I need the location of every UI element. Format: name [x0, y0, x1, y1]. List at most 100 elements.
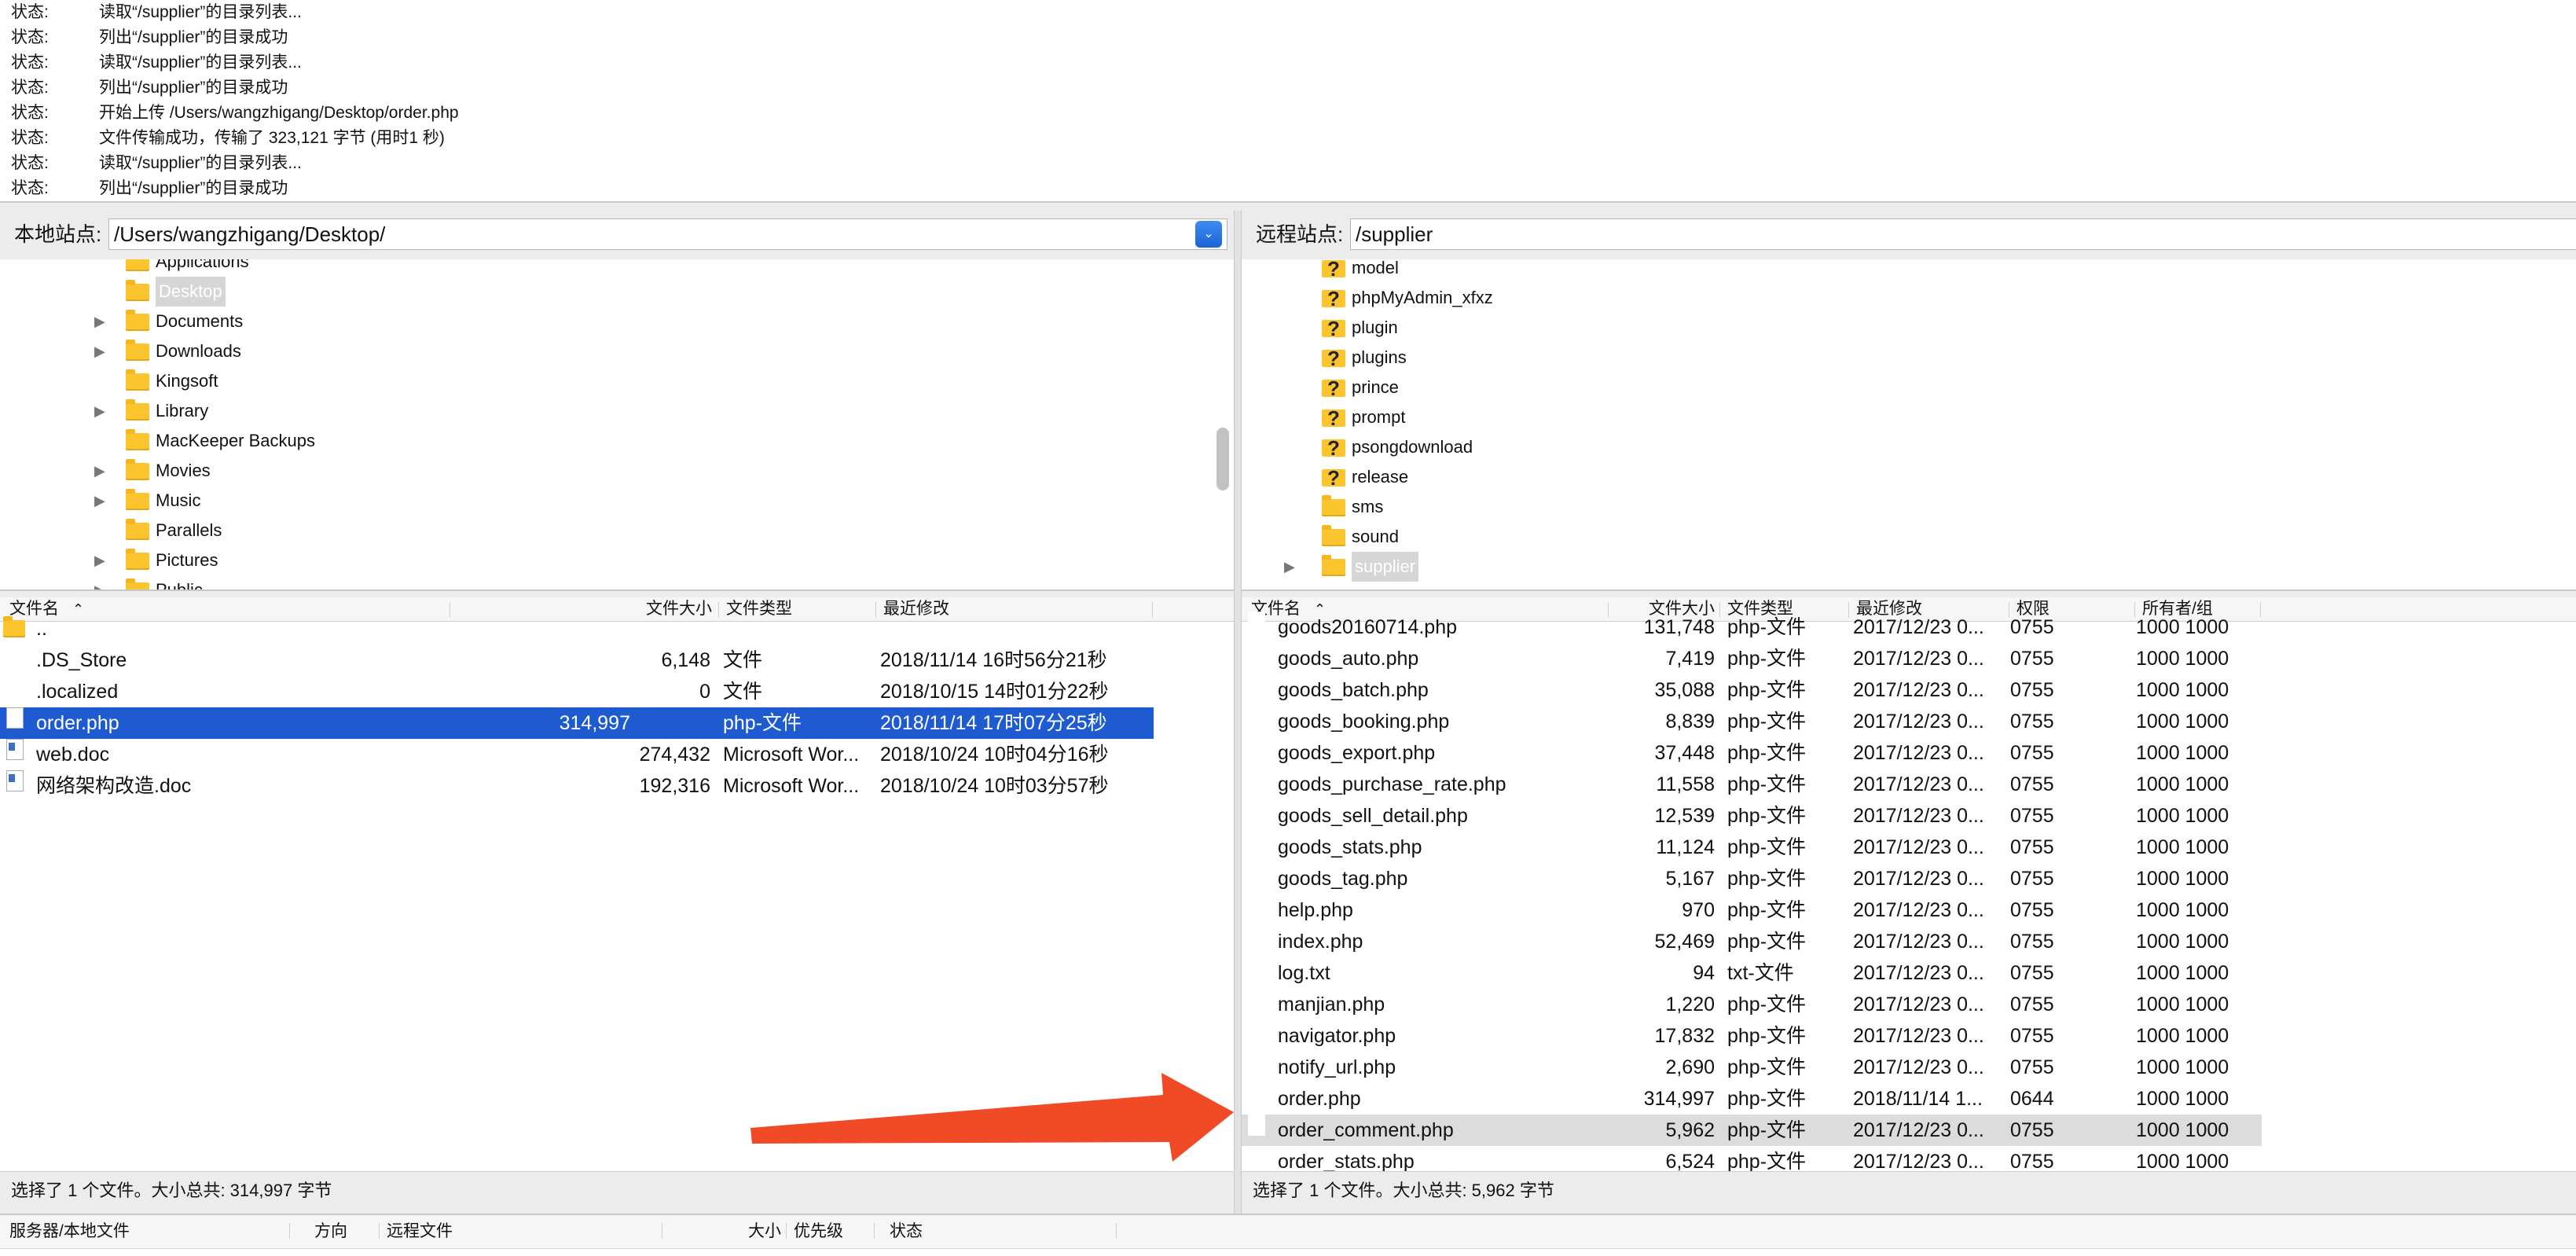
- local-status-bar: 选择了 1 个文件。大小总共: 314,997 字节: [0, 1171, 1234, 1210]
- tree-node-label: prince: [1352, 377, 1399, 397]
- remote-file-row[interactable]: goods_auto.php 7,419 php-文件 2017/12/23 0...…: [1242, 643, 2262, 674]
- file-permissions: 0755: [2010, 1056, 2054, 1078]
- folder-icon: [126, 259, 149, 271]
- local-file-row[interactable]: .DS_Store 6,148 文件 2018/11/14 16时56分21秒: [0, 645, 1234, 676]
- remote-file-row[interactable]: goods_booking.php 8,839 php-文件 2017/12/23 0…: [1242, 706, 2262, 737]
- file-icon: [1248, 800, 1265, 821]
- file-modified: 2017/12/23 0...: [1853, 899, 1984, 921]
- remote-file-row[interactable]: help.php 970 php-文件 2017/12/23 0... 0755 1000…: [1242, 894, 2262, 926]
- remote-file-row[interactable]: order_comment.php 5,962 php-文件 2017/12/23 0…: [1242, 1115, 2262, 1146]
- log-message: 开始上传 /Users/wangzhigang/Desktop/order.ph…: [99, 104, 459, 122]
- file-size: 0: [699, 681, 710, 703]
- local-file-row[interactable]: .localized 0 文件 2018/10/15 14时01分22秒: [0, 676, 1234, 707]
- unknown-folder-icon: ?: [1322, 408, 1345, 428]
- local-file-row[interactable]: ..: [0, 613, 1234, 645]
- expand-triangle-icon[interactable]: ▶: [94, 575, 110, 589]
- queue-col-priority[interactable]: 优先级: [794, 1215, 843, 1248]
- remote-directory-tree[interactable]: ? model? phpMyAdmin_xfxz? plugin? plugins? pr…: [1242, 259, 2576, 591]
- expand-triangle-icon[interactable]: ▶: [94, 486, 110, 516]
- folder-icon: [126, 280, 149, 301]
- tree-node-label: phpMyAdmin_xfxz: [1352, 288, 1493, 307]
- file-icon: [1248, 1083, 1265, 1104]
- local-path-dropdown-button[interactable]: ⌄: [1195, 221, 1222, 248]
- tree-node-label: sound: [1352, 527, 1399, 546]
- log-message: 列出“/supplier”的目录成功: [99, 79, 288, 97]
- file-icon: [1248, 737, 1265, 758]
- file-modified: 2018/11/14 16时56分21秒: [880, 649, 1107, 671]
- local-file-row[interactable]: web.doc 274,432 Microsoft Wor... 2018/10/24…: [0, 739, 1234, 770]
- expand-triangle-icon[interactable]: ▶: [94, 545, 110, 575]
- folder-icon: [1322, 525, 1345, 546]
- file-name: notify_url.php: [1278, 1056, 1396, 1078]
- expand-triangle-icon[interactable]: ▶: [94, 456, 110, 486]
- remote-file-row[interactable]: index.php 52,469 php-文件 2017/12/23 0... 0755…: [1242, 926, 2262, 957]
- file-permissions: 0755: [2010, 679, 2054, 701]
- unknown-folder-icon: ?: [1322, 288, 1345, 309]
- queue-col-status[interactable]: 状态: [890, 1215, 923, 1248]
- file-size: 274,432: [639, 744, 710, 766]
- file-owner: 1000 1000: [2136, 993, 2229, 1015]
- remote-path-field[interactable]: [1350, 219, 2576, 250]
- remote-file-row[interactable]: goods_tag.php 5,167 php-文件 2017/12/23 0... 0…: [1242, 863, 2262, 894]
- file-modified: 2017/12/23 0...: [1853, 679, 1984, 701]
- remote-file-row[interactable]: goods_purchase_rate.php 11,558 php-文件 2017/…: [1242, 769, 2262, 800]
- queue-col-server[interactable]: 服务器/本地文件: [9, 1215, 130, 1248]
- remote-file-row[interactable]: order_stats.php 6,524 php-文件 2017/12/23 0..…: [1242, 1146, 2262, 1171]
- file-modified: 2017/12/23 0...: [1853, 742, 1984, 764]
- file-size: 6,148: [661, 649, 710, 671]
- remote-file-row[interactable]: goods20160714.php 131,748 php-文件 2017/12/23…: [1242, 611, 2262, 643]
- expand-triangle-icon[interactable]: ▶: [1284, 552, 1300, 582]
- queue-col-direction[interactable]: 方向: [314, 1215, 347, 1248]
- pane-splitter[interactable]: [1234, 211, 1242, 1214]
- file-name: goods_stats.php: [1278, 836, 1422, 858]
- remote-file-row[interactable]: log.txt 94 txt-文件 2017/12/23 0... 0755 1000 1…: [1242, 957, 2262, 989]
- file-type: php-文件: [1727, 1088, 1807, 1110]
- file-size: 52,469: [1654, 931, 1715, 953]
- file-name: order.php: [36, 712, 119, 734]
- local-path-field[interactable]: ⌄: [108, 219, 1227, 250]
- transfer-queue[interactable]: 服务器/本地文件 方向 远程文件 大小 优先级 状态: [0, 1214, 2576, 1256]
- remote-file-row[interactable]: navigator.php 17,832 php-文件 2017/12/23 0...…: [1242, 1020, 2262, 1052]
- log-message: 文件传输成功，传输了 323,121 字节 (用时1 秒): [99, 129, 445, 147]
- file-modified: 2018/10/24 10时04分16秒: [880, 744, 1109, 766]
- file-owner: 1000 1000: [2136, 1088, 2229, 1110]
- local-directory-tree[interactable]: Applications Desktop ▶ Documents ▶ Downloads K…: [0, 259, 1234, 591]
- file-size: 2,690: [1665, 1056, 1715, 1078]
- folder-icon: [126, 429, 149, 450]
- folder-icon: [126, 369, 149, 391]
- message-log[interactable]: 状态: 读取“/supplier”的目录列表... 状态: 列出“/supplier”…: [0, 0, 2576, 203]
- file-size: 37,448: [1654, 742, 1715, 764]
- queue-col-remote[interactable]: 远程文件: [387, 1215, 453, 1248]
- file-size: 314,997: [559, 712, 630, 734]
- remote-file-row[interactable]: goods_export.php 37,448 php-文件 2017/12/23 0…: [1242, 737, 2262, 769]
- file-permissions: 0755: [2010, 1151, 2054, 1171]
- expand-triangle-icon[interactable]: ▶: [94, 307, 110, 336]
- remote-path-input[interactable]: [1356, 222, 2472, 246]
- file-size: 5,962: [1665, 1119, 1715, 1141]
- remote-file-row[interactable]: goods_sell_detail.php 12,539 php-文件 2017/12…: [1242, 800, 2262, 832]
- log-status-label: 状态:: [11, 129, 49, 147]
- remote-file-row[interactable]: goods_batch.php 35,088 php-文件 2017/12/23 0.…: [1242, 674, 2262, 706]
- file-name: order_comment.php: [1278, 1119, 1454, 1141]
- local-site-bar: 本地站点: ⌄: [0, 211, 1234, 258]
- remote-file-row[interactable]: goods_stats.php 11,124 php-文件 2017/12/23 0.…: [1242, 832, 2262, 863]
- local-path-input[interactable]: [114, 222, 1120, 246]
- local-file-list[interactable]: 文件名 ⌃ 文件大小 文件类型 最近修改 .. .DS_Store 6,148 文件 2…: [0, 597, 1234, 1171]
- queue-col-size[interactable]: 大小: [748, 1215, 781, 1248]
- remote-file-row[interactable]: notify_url.php 2,690 php-文件 2017/12/23 0...…: [1242, 1052, 2262, 1083]
- remote-file-row[interactable]: order.php 314,997 php-文件 2018/11/14 1... 064…: [1242, 1083, 2262, 1115]
- local-file-row[interactable]: 网络架构改造.doc 192,316 Microsoft Wor... 2018/10…: [0, 770, 1234, 802]
- remote-file-list[interactable]: 文件名 ⌃ 文件大小 文件类型 最近修改 权限 所有者/组 goods20160…: [1242, 597, 2576, 1171]
- local-selection-status: 选择了 1 个文件。大小总共: 314,997 字节: [11, 1181, 332, 1200]
- expand-triangle-icon[interactable]: ▶: [94, 336, 110, 366]
- file-icon: [1248, 989, 1265, 1010]
- file-name: .DS_Store: [36, 649, 127, 671]
- remote-file-row[interactable]: manjian.php 1,220 php-文件 2017/12/23 0... 075…: [1242, 989, 2262, 1020]
- local-file-row[interactable]: order.php 314,997 php-文件 2018/11/14 17时07分2…: [0, 707, 1154, 739]
- tree-node-label: Desktop: [156, 277, 226, 307]
- file-name: goods_export.php: [1278, 742, 1436, 764]
- local-tree-scrollbar[interactable]: [1216, 428, 1229, 490]
- tree-node-label: Kingsoft: [156, 371, 218, 391]
- expand-triangle-icon[interactable]: ▶: [94, 396, 110, 426]
- file-modified: 2018/10/24 10时03分57秒: [880, 775, 1109, 797]
